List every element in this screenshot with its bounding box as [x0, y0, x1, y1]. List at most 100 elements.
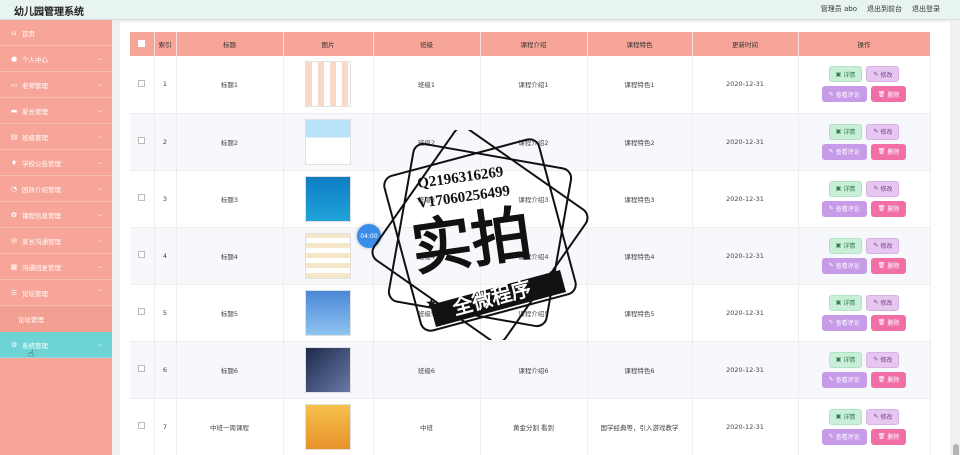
row-feature: 国学经典等，引入游戏教学	[587, 398, 693, 455]
edit-button[interactable]: ✎ 修改	[866, 408, 900, 425]
row-index: 2	[154, 113, 177, 170]
sidebar-item-intro[interactable]: ◔ 园所介绍管理 ⌄	[0, 176, 112, 202]
edit-icon: ✎	[828, 376, 834, 383]
edit-button[interactable]: ✎ 修改	[866, 123, 900, 140]
select-all-checkbox[interactable]	[130, 32, 155, 56]
delete-button[interactable]: 🗑 删除	[870, 86, 907, 103]
mail-icon: ✉	[11, 236, 17, 245]
trash-icon: 🗑	[877, 433, 886, 440]
scrollbar[interactable]	[952, 20, 960, 455]
row-image	[283, 398, 374, 455]
edit-button[interactable]: ✎ 修改	[866, 180, 900, 197]
table-row: 1 标题1 班级1 课程介绍1 课程特色1 2020-12-31 ▣ 详情 ✎ 修改…	[130, 56, 931, 113]
trash-icon: 🗑	[877, 148, 886, 155]
row-time: 2020-12-31	[692, 56, 799, 113]
row-checkbox[interactable]	[130, 284, 155, 341]
trash-icon: 🗑	[877, 90, 886, 98]
row-image	[283, 341, 374, 398]
detail-button[interactable]: ▣ 详情	[828, 123, 863, 140]
row-title: 标题3	[176, 170, 284, 227]
row-checkbox[interactable]	[130, 341, 155, 398]
app-title: 幼儿园管理系统	[14, 7, 84, 18]
detail-button[interactable]: ▣ 详情	[828, 408, 863, 425]
delete-button[interactable]: 🗑 删除	[870, 257, 907, 274]
delete-button[interactable]: 🗑 删除	[870, 314, 907, 331]
sidebar-item-reply[interactable]: ▦ 沟通回复管理 ⌄	[0, 254, 112, 280]
edit-icon: ✎	[873, 185, 879, 192]
sidebar-item-course[interactable]: ✿ 课程信息管理 ⌄	[0, 202, 112, 228]
detail-icon: ▣	[835, 70, 842, 78]
trash-icon: 🗑	[877, 205, 886, 212]
detail-icon: ▣	[835, 128, 842, 135]
row-intro: 黄金分割 看到	[480, 398, 588, 455]
sidebar-item-forum[interactable]: ☰ 论坛管理 ⌃	[0, 280, 112, 306]
chevron-up-icon: ⌃	[96, 289, 102, 296]
delete-button[interactable]: 🗑 删除	[870, 428, 907, 445]
view-comments-button[interactable]: ✎ 查看评论	[821, 371, 867, 388]
column-header: 班级	[373, 32, 481, 56]
view-comments-button[interactable]: ✎ 查看评论	[821, 86, 867, 103]
delete-button[interactable]: 🗑 删除	[870, 143, 907, 160]
sidebar-item-class[interactable]: ▤ 班级管理 ⌄	[0, 124, 112, 150]
row-checkbox[interactable]	[130, 170, 155, 227]
sidebar-item-parent[interactable]: ▬ 家长管理 ⌄	[0, 98, 112, 124]
detail-button[interactable]: ▣ 详情	[828, 294, 863, 311]
edit-button[interactable]: ✎ 修改	[866, 351, 900, 368]
scrollbar-thumb[interactable]	[953, 444, 959, 455]
detail-button[interactable]: ▣ 详情	[828, 237, 863, 254]
row-feature: 课程特色3	[587, 170, 693, 227]
row-checkbox[interactable]	[130, 398, 155, 455]
view-comments-button[interactable]: ✎ 查看评论	[821, 200, 867, 217]
row-title: 中班一周课程	[176, 398, 284, 455]
detail-icon: ▣	[835, 356, 842, 363]
logout-link[interactable]: 退出登录	[912, 4, 940, 14]
chevron-down-icon: ⌄	[96, 185, 102, 192]
course-thumbnail	[305, 118, 351, 165]
column-header: 更新时间	[692, 32, 799, 56]
detail-button[interactable]: ▣ 详情	[828, 180, 863, 197]
detail-button[interactable]: ▣ 详情	[828, 66, 863, 83]
edit-button[interactable]: ✎ 修改	[866, 66, 900, 83]
row-class: 班级6	[373, 341, 481, 398]
sidebar-subitem-forum[interactable]: 论坛管理	[0, 306, 112, 332]
column-header: 标题	[176, 32, 284, 56]
edit-button[interactable]: ✎ 修改	[866, 237, 900, 254]
sidebar-item-profile[interactable]: ● 个人中心 ⌄	[0, 46, 112, 72]
row-checkbox[interactable]	[130, 56, 155, 113]
row-feature: 课程特色1	[587, 56, 693, 113]
row-time: 2020-12-31	[692, 284, 799, 341]
delete-button[interactable]: 🗑 删除	[870, 371, 907, 388]
row-title: 标题4	[176, 227, 284, 284]
course-thumbnail	[305, 289, 351, 336]
row-image	[283, 284, 374, 341]
back-to-front-link[interactable]: 退出到前台	[867, 4, 902, 14]
view-comments-button[interactable]: ✎ 查看评论	[821, 257, 867, 274]
edit-button[interactable]: ✎ 修改	[866, 294, 900, 311]
row-title: 标题5	[176, 284, 284, 341]
sidebar-item-communication[interactable]: ✉ 家长沟通管理 ⌄	[0, 228, 112, 254]
trash-icon: 🗑	[877, 319, 886, 326]
edit-icon: ✎	[873, 356, 879, 363]
course-thumbnail	[305, 403, 351, 450]
view-comments-button[interactable]: ✎ 查看评论	[821, 143, 867, 160]
chevron-down-icon: ⌄	[96, 263, 102, 270]
sidebar-item-teacher[interactable]: ▭ 老师管理 ⌄	[0, 72, 112, 98]
view-comments-button[interactable]: ✎ 查看评论	[821, 428, 867, 445]
view-comments-button[interactable]: ✎ 查看评论	[821, 314, 867, 331]
row-index: 7	[154, 398, 177, 455]
chevron-down-icon: ⌄	[96, 133, 102, 140]
detail-icon: ▣	[835, 413, 842, 420]
row-image	[283, 56, 374, 113]
sidebar-item-notice[interactable]: ♦ 学校公告管理 ⌄	[0, 150, 112, 176]
column-header: 图片	[283, 32, 374, 56]
row-checkbox[interactable]	[130, 227, 155, 284]
detail-button[interactable]: ▣ 详情	[828, 351, 863, 368]
hand-cursor-icon: ☝	[28, 349, 35, 360]
delete-button[interactable]: 🗑 删除	[870, 200, 907, 217]
sidebar-item-system[interactable]: ⚙ 系统管理 ⌄	[0, 332, 112, 358]
edit-icon: ✎	[828, 433, 834, 440]
row-checkbox[interactable]	[130, 113, 155, 170]
sidebar-item-label: 论坛管理	[22, 289, 48, 298]
row-feature: 课程特色6	[587, 341, 693, 398]
sidebar-item-home[interactable]: ⌂ 首页	[0, 20, 112, 46]
